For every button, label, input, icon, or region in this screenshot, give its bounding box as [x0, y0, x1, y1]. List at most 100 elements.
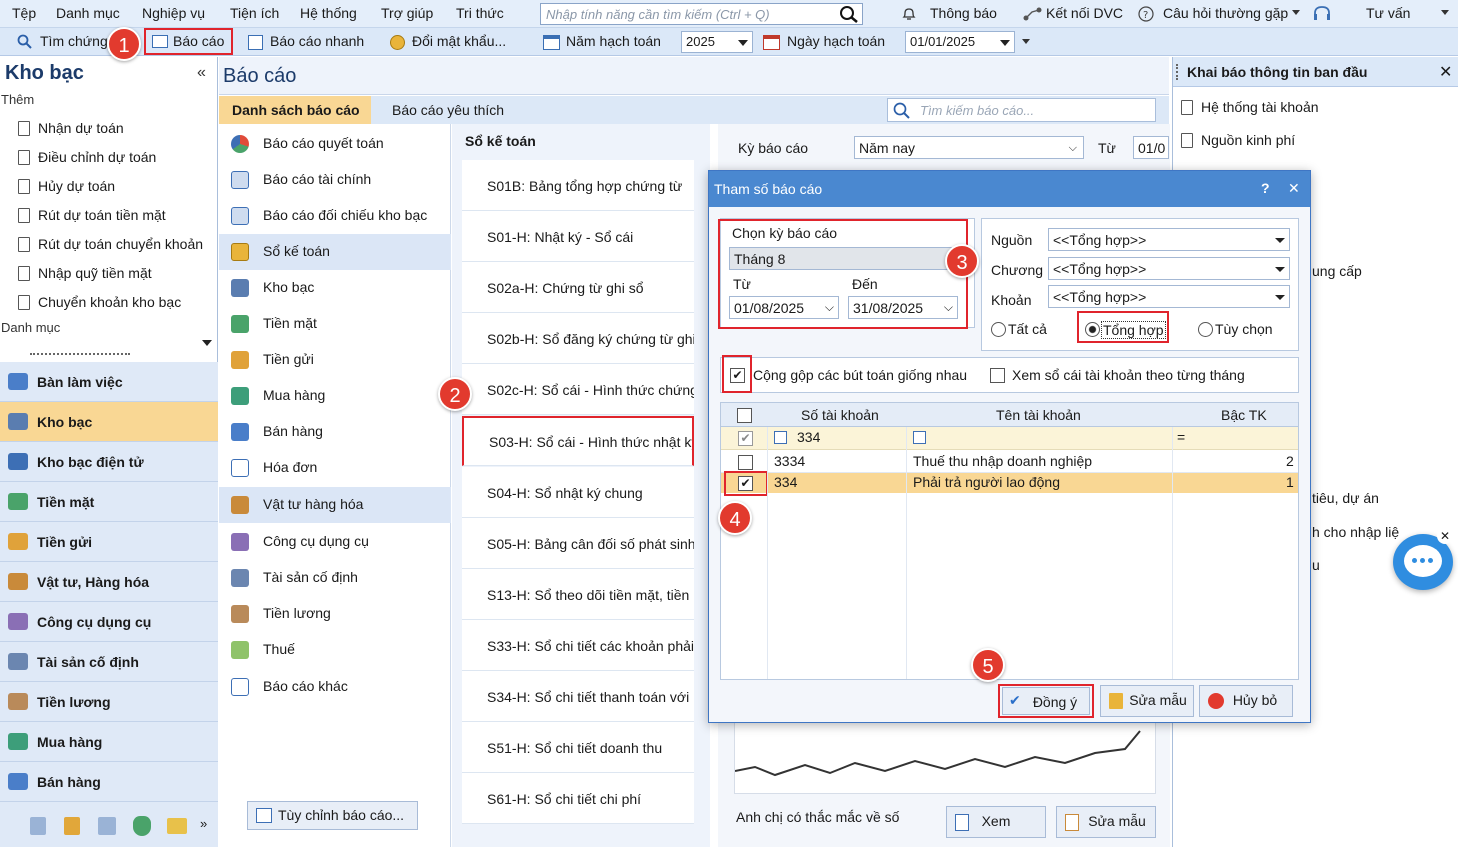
report-item-s03h[interactable]: S03-H: Sổ cái - Hình thức nhật ký [462, 416, 694, 466]
mail-icon[interactable] [167, 818, 187, 834]
left-item-withdraw-cash[interactable]: Rút dự toán tiền mặt [18, 207, 166, 223]
category-settlement[interactable]: Báo cáo quyết toán [219, 126, 451, 162]
bell-icon[interactable] [902, 7, 916, 21]
left-item-withdraw-transfer[interactable]: Rút dự toán chuyển khoản [18, 236, 203, 252]
connect-icon[interactable] [1022, 6, 1044, 22]
nav-dashboard[interactable]: Bàn làm việc [0, 362, 218, 402]
monthly-ledger-checkbox[interactable] [990, 368, 1005, 383]
from-date-input[interactable]: 01/0 [1133, 136, 1169, 159]
col-account-number[interactable]: Số tài khoản [801, 407, 879, 423]
close-icon[interactable]: ✕ [1288, 180, 1300, 197]
quick-report-button[interactable]: Báo cáo nhanh [270, 33, 364, 49]
edit-template-button[interactable]: Sửa mẫu [1100, 685, 1194, 717]
collapse-icon[interactable]: « [197, 64, 206, 82]
nav-treasury[interactable]: Kho bạc [0, 402, 218, 442]
filter-checkbox[interactable]: ✔ [738, 431, 753, 446]
close-icon[interactable]: ✕ [1439, 62, 1452, 82]
row-checkbox[interactable] [738, 455, 753, 470]
category-sales[interactable]: Bán hàng [219, 414, 451, 450]
col-account-name[interactable]: Tên tài khoản [996, 407, 1081, 423]
report-item-s05h[interactable]: S05-H: Bảng cân đối số phát sinh [462, 518, 694, 569]
category-purchases[interactable]: Mua hàng [219, 378, 451, 414]
nav-e-treasury[interactable]: Kho bạc điện tử [0, 442, 218, 482]
search-icon[interactable] [839, 5, 859, 23]
category-financial[interactable]: Báo cáo tài chính [219, 162, 451, 198]
filter-icon[interactable] [913, 431, 926, 444]
category-tools[interactable]: Công cụ dụng cụ [219, 524, 451, 560]
radio-total[interactable] [1085, 322, 1100, 337]
menu-help[interactable]: Trợ giúp [381, 5, 433, 21]
change-password-button[interactable]: Đổi mật khẩu... [412, 33, 506, 49]
connect-dvc-link[interactable]: Kết nối DVC [1046, 5, 1123, 21]
feature-search-box[interactable]: Nhập tính năng cần tìm kiếm (Ctrl + Q) [540, 3, 863, 25]
filter-account-value[interactable]: 334 [797, 429, 820, 445]
feature-search-input[interactable]: Nhập tính năng cần tìm kiếm (Ctrl + Q) [546, 7, 770, 22]
to-date-input[interactable]: 31/08/2025 ⌵ [848, 296, 958, 319]
chapter-select[interactable]: <<Tổng hợp>> [1048, 257, 1290, 280]
tab-favorite-reports[interactable]: Báo cáo yêu thích [392, 102, 504, 118]
advise-dropdown-caret[interactable] [1441, 10, 1449, 15]
nav-tools[interactable]: Công cụ dụng cụ [0, 602, 218, 642]
customize-report-button[interactable]: Tùy chỉnh báo cáo... [247, 801, 418, 830]
table-row[interactable]: ✔ 334 Phải trả người lao động 1 [721, 473, 1298, 493]
item-select[interactable]: <<Tổng hợp>> [1048, 285, 1290, 308]
help-icon[interactable]: ? [1261, 180, 1270, 196]
left-item-treasury-transfer[interactable]: Chuyển khoản kho bạc [18, 294, 181, 310]
category-invoices[interactable]: Hóa đơn [219, 450, 451, 486]
period-select[interactable]: Năm nay ⌵ [854, 136, 1084, 159]
faq-dropdown-caret[interactable] [1292, 10, 1300, 15]
notifications-link[interactable]: Thông báo [930, 5, 997, 21]
category-treasury[interactable]: Kho bạc [219, 270, 451, 306]
report-search-box[interactable]: Tìm kiếm báo cáo... [887, 98, 1156, 122]
nav-deposits[interactable]: Tiền gửi [0, 522, 218, 562]
fiscal-year-select[interactable]: 2025 [681, 31, 753, 53]
category-payroll[interactable]: Tiền lương [219, 596, 451, 632]
from-date-input[interactable]: 01/08/2025 ⌵ [729, 296, 839, 319]
source-select[interactable]: <<Tổng hợp>> [1048, 228, 1290, 251]
question-icon[interactable]: ? [1138, 6, 1154, 22]
menu-system[interactable]: Hệ thống [300, 5, 357, 21]
menu-knowledge[interactable]: Tri thức [456, 5, 504, 21]
headset-icon[interactable] [1312, 4, 1332, 24]
left-item-cash-deposit[interactable]: Nhập quỹ tiền mặt [18, 265, 152, 281]
table-row[interactable]: 3334 Thuế thu nhập doanh nghiệp 2 [721, 451, 1298, 473]
right-item-funding-source[interactable]: Nguồn kinh phí [1181, 132, 1295, 148]
left-item-cancel-estimate[interactable]: Hủy dự toán [18, 178, 115, 194]
left-item-adjust-estimate[interactable]: Điều chỉnh dự toán [18, 149, 156, 165]
category-tax[interactable]: Thuế [219, 632, 451, 668]
left-item-receive-estimate[interactable]: Nhận dự toán [18, 120, 124, 136]
edit-template-button[interactable]: Sửa mẫu [1056, 806, 1156, 838]
post-date-select[interactable]: 01/01/2025 [905, 31, 1015, 53]
report-item-s51h[interactable]: S51-H: Sổ chi tiết doanh thu [462, 722, 694, 773]
report-search-input[interactable]: Tìm kiếm báo cáo... [920, 103, 1034, 118]
advise-link[interactable]: Tư vấn [1366, 5, 1410, 21]
right-item-account-system[interactable]: Hệ thống tài khoản [1181, 99, 1319, 115]
category-deposits[interactable]: Tiền gửi [219, 342, 451, 378]
report-item-s02ah[interactable]: S02a-H: Chứng từ ghi sổ [462, 262, 694, 313]
report-item-s01h[interactable]: S01-H: Nhật ký - Sổ cái [462, 211, 694, 262]
category-inventory[interactable]: Vật tư hàng hóa [219, 487, 451, 523]
document-icon[interactable] [30, 817, 46, 835]
report-item-s33h[interactable]: S33-H: Sổ chi tiết các khoản phải [462, 620, 694, 671]
filter-icon[interactable] [774, 431, 787, 444]
report-item-s01b[interactable]: S01B: Bảng tổng hợp chứng từ [462, 160, 694, 211]
category-cash[interactable]: Tiền mặt [219, 306, 451, 342]
menu-operations[interactable]: Nghiệp vụ [142, 5, 205, 21]
category-other[interactable]: Báo cáo khác [219, 669, 451, 705]
report-item-s02bh[interactable]: S02b-H: Sổ đăng ký chứng từ ghi [462, 313, 694, 364]
nav-purchases[interactable]: Mua hàng [0, 722, 218, 762]
nav-fixed-assets[interactable]: Tài sản cố định [0, 642, 218, 682]
nav-sales[interactable]: Bán hàng [0, 762, 218, 802]
cancel-button[interactable]: Hủy bỏ [1199, 685, 1293, 717]
faq-link[interactable]: Câu hỏi thường gặp [1163, 5, 1288, 21]
report-button[interactable]: Báo cáo [173, 33, 224, 49]
find-voucher-button[interactable]: Tìm chứng [40, 33, 108, 49]
view-button[interactable]: Xem [946, 806, 1046, 838]
tab-report-list[interactable]: Danh sách báo cáo [219, 96, 371, 124]
more-icon[interactable]: » [200, 816, 207, 831]
report-item-s13h[interactable]: S13-H: Sổ theo dõi tiền mặt, tiền [462, 569, 694, 620]
period-select[interactable]: Tháng 8 [729, 247, 955, 270]
drag-handle[interactable] [1176, 64, 1178, 80]
merge-checkbox[interactable]: ✔ [730, 368, 745, 383]
close-icon[interactable]: ✕ [1437, 528, 1453, 544]
